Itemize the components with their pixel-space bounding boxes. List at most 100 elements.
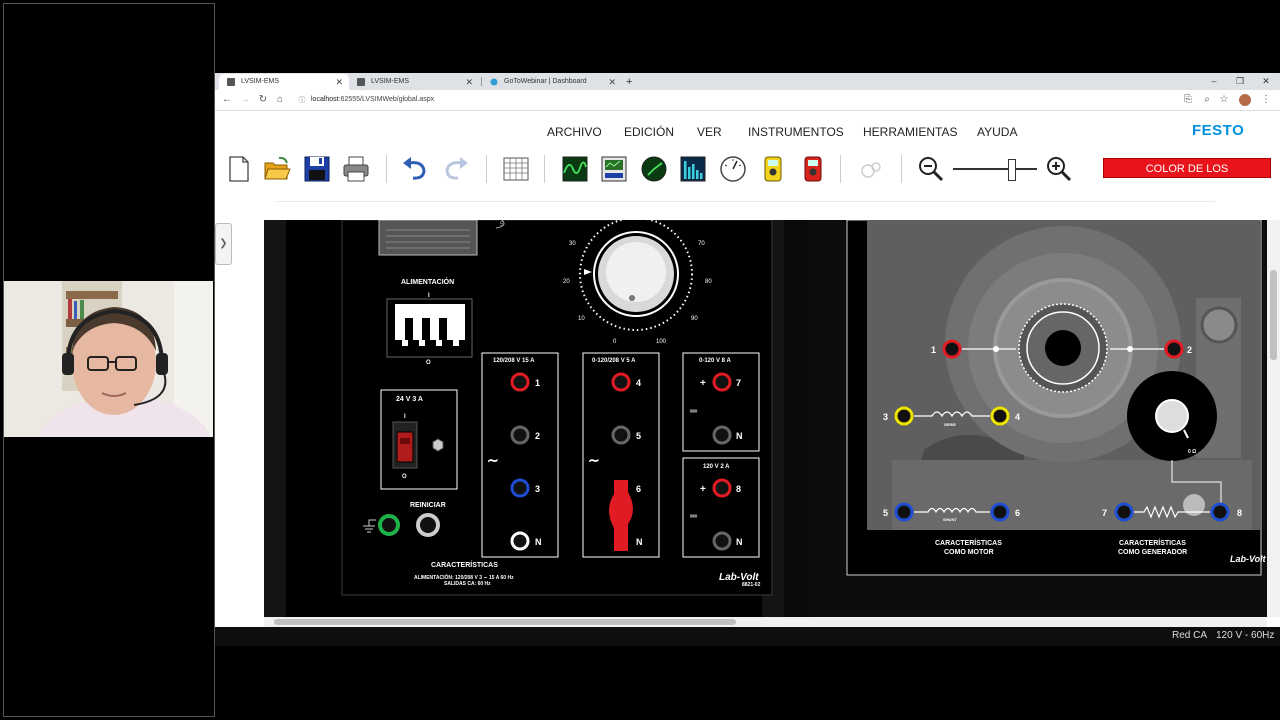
shunt-label: SHUNT	[943, 517, 957, 522]
terminal-1-label: 1	[535, 378, 540, 388]
dc-fixed-symbol: ═	[689, 511, 698, 522]
open-folder-icon[interactable]	[263, 155, 291, 183]
terminal-8[interactable]	[712, 478, 732, 498]
meter-icon[interactable]	[719, 155, 747, 183]
menu-ver[interactable]: VER	[697, 125, 722, 139]
menu-ayuda[interactable]: AYUDA	[977, 125, 1017, 139]
close-tab-icon[interactable]: ✕	[335, 74, 343, 90]
side-panel-toggle[interactable]: ❯	[215, 223, 232, 265]
spec-line-1: ALIMENTACIÓN: 120/208 V 3 ∼ 15 A 60 Hz	[414, 573, 514, 581]
machine-terminal-5[interactable]	[894, 502, 914, 522]
phasor-analyzer-icon[interactable]	[640, 155, 668, 183]
knob-tick-70: 70	[698, 241, 705, 247]
lvsim-favicon-icon	[357, 78, 365, 86]
terminal-7[interactable]	[712, 372, 732, 392]
tab-lvsim-1[interactable]: LVSIM-EMS ✕	[219, 74, 349, 90]
new-file-icon[interactable]	[225, 155, 253, 183]
reset-button[interactable]	[416, 513, 440, 537]
maximize-button[interactable]: ❐	[1227, 73, 1253, 89]
serie-label: SERIE	[944, 422, 956, 427]
bookmark-star-icon[interactable]: ☆	[1217, 93, 1231, 107]
menu-instrumentos[interactable]: INSTRUMENTOS	[748, 125, 844, 139]
url-field[interactable]: localhost:62555/LVSIMWeb/global.aspx	[311, 94, 434, 106]
terminal-n-fixed[interactable]	[510, 531, 530, 551]
zoom-slider-thumb[interactable]	[1007, 159, 1016, 181]
terminal-n-dc-variable[interactable]	[712, 425, 732, 445]
machine-terminal-8[interactable]	[1210, 502, 1230, 522]
tab-gotowebinar[interactable]: GoToWebinar | Dashboard ✕	[482, 74, 622, 90]
dc-variable-rating: 0-120 V 8 A	[699, 358, 731, 364]
machine-terminal-4[interactable]	[990, 406, 1010, 426]
link-icon[interactable]	[857, 155, 885, 183]
breaker-off-label: O	[402, 474, 407, 480]
circuit-diagram: 5 0 10 20 30 70 80 90 100 ALIMENTACIÓN I…	[264, 220, 1267, 617]
horizontal-scroll-thumb[interactable]	[274, 619, 736, 625]
ohm-label: 0 Ω	[1188, 449, 1196, 455]
multimeter-icon[interactable]	[759, 155, 787, 183]
menu-edicion[interactable]: EDICIÓN	[624, 125, 674, 139]
machine-terminal-5-label: 5	[883, 508, 888, 518]
clamp-meter-icon[interactable]	[799, 155, 827, 183]
field-rheostat-knob[interactable]	[1127, 371, 1217, 461]
menu-herramientas[interactable]: HERRAMIENTAS	[863, 125, 957, 139]
undo-icon[interactable]	[401, 155, 429, 183]
back-icon[interactable]: ←	[220, 93, 234, 107]
knob-tick-80: 80	[705, 279, 712, 285]
main-power-switch[interactable]	[386, 298, 473, 358]
machine-terminal-8-label: 8	[1237, 508, 1242, 518]
save-icon[interactable]	[303, 155, 331, 183]
more-menu-icon[interactable]: ⋮	[1259, 93, 1273, 107]
tab-title: LVSIM-EMS	[241, 78, 279, 85]
vertical-scroll-thumb[interactable]	[1270, 270, 1277, 360]
zoom-in-icon[interactable]	[1045, 155, 1073, 183]
print-icon[interactable]	[342, 155, 370, 183]
breaker-switch[interactable]	[392, 421, 418, 469]
minimize-button[interactable]: –	[1201, 73, 1227, 89]
vertical-scrollbar[interactable]	[1267, 220, 1280, 617]
breaker-rating: 24 V 3 A	[396, 396, 423, 403]
close-tab-icon[interactable]: ✕	[465, 74, 473, 90]
close-tab-icon[interactable]: ✕	[608, 74, 616, 90]
oscilloscope-icon[interactable]	[561, 155, 589, 183]
voltage-label: 120 V - 60Hz	[1216, 630, 1275, 641]
zoom-slider-track[interactable]	[953, 168, 1037, 170]
terminal-1[interactable]	[510, 372, 530, 392]
machine-terminal-7[interactable]	[1114, 502, 1134, 522]
divider	[275, 201, 1215, 202]
terminal-3[interactable]	[510, 478, 530, 498]
terminal-4[interactable]	[611, 372, 631, 392]
terminal-5[interactable]	[611, 425, 631, 445]
profile-avatar[interactable]	[1239, 94, 1251, 106]
workspace-canvas[interactable]: 5 0 10 20 30 70 80 90 100 ALIMENTACIÓN I…	[264, 220, 1267, 617]
terminal-2[interactable]	[510, 425, 530, 445]
voltage-control-knob[interactable]	[579, 220, 693, 331]
grid-icon[interactable]	[502, 155, 530, 183]
zoom-out-icon[interactable]	[917, 155, 945, 183]
menu-archivo[interactable]: ARCHIVO	[547, 125, 602, 139]
redo-icon[interactable]	[442, 155, 470, 183]
horizontal-scrollbar[interactable]	[264, 617, 1267, 627]
machine-terminal-2[interactable]	[1164, 339, 1184, 359]
forward-icon[interactable]: →	[238, 93, 252, 107]
ground-terminal-green[interactable]	[378, 514, 400, 536]
reload-icon[interactable]: ↻	[256, 93, 270, 107]
close-window-button[interactable]: ✕	[1253, 73, 1279, 89]
machine-terminal-3[interactable]	[894, 406, 914, 426]
machine-terminal-6[interactable]	[990, 502, 1010, 522]
motor-label-2: COMO MOTOR	[944, 549, 994, 556]
new-tab-button[interactable]: +	[620, 74, 638, 90]
terminal-n-dc-fixed[interactable]	[712, 531, 732, 551]
machine-terminal-1[interactable]	[942, 339, 962, 359]
terminal-6-label: 6	[636, 484, 641, 494]
machine-labvolt-logo: Lab-Volt	[1230, 554, 1267, 564]
harmonic-analyzer-icon[interactable]	[679, 155, 707, 183]
dc-symbol: ═	[689, 406, 698, 417]
data-table-icon[interactable]	[600, 155, 628, 183]
home-icon[interactable]: ⌂	[273, 93, 287, 107]
zoom-icon[interactable]: ⌕	[1200, 93, 1214, 107]
conductor-color-button[interactable]: COLOR DE LOS CONDUCTORES	[1103, 158, 1271, 195]
info-icon[interactable]: ⓘ	[297, 94, 307, 104]
alimentacion-label: ALIMENTACIÓN	[401, 277, 454, 286]
translate-icon[interactable]: ⎘	[1181, 93, 1195, 107]
tab-lvsim-2[interactable]: LVSIM-EMS ✕	[349, 74, 479, 90]
